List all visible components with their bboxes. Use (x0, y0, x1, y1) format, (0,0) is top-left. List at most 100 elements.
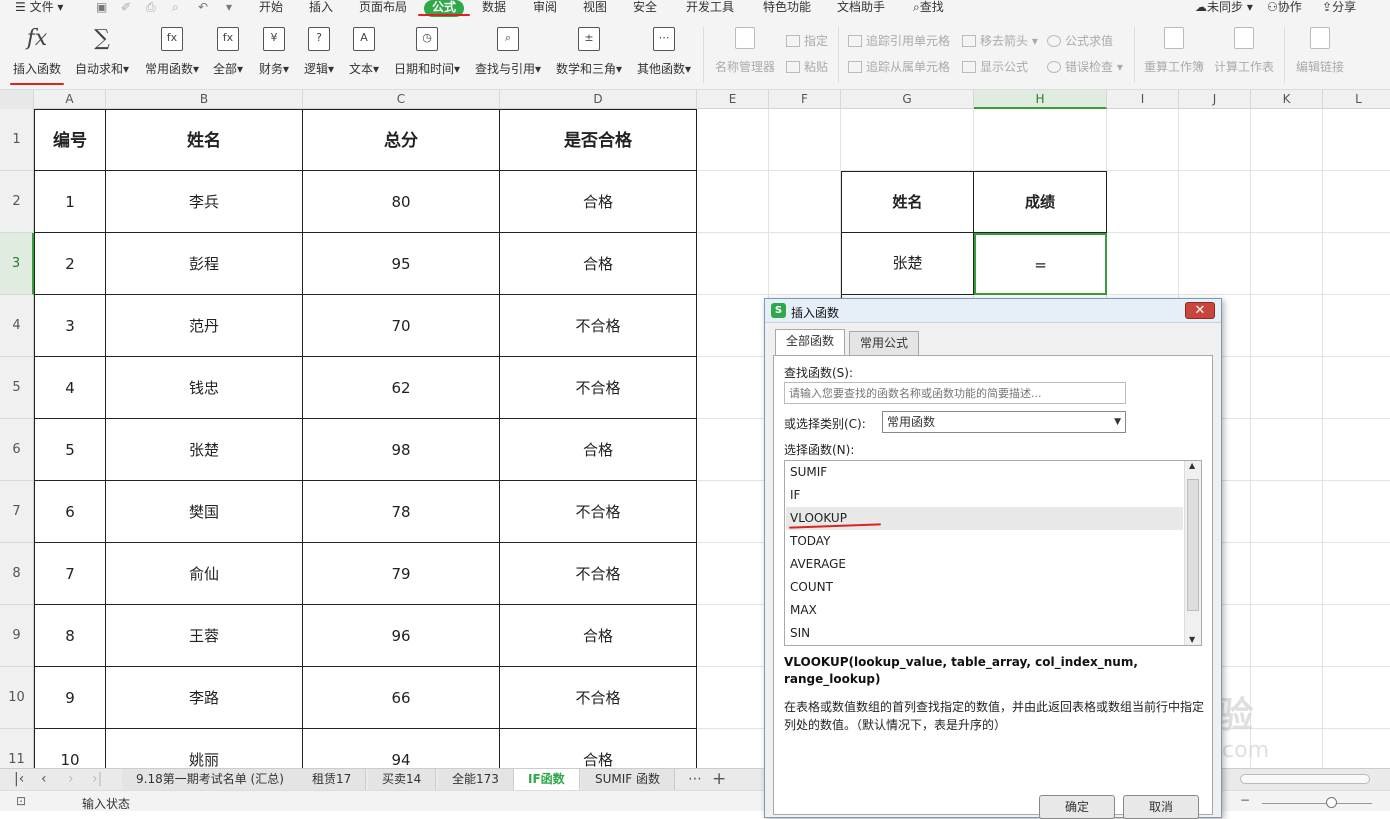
table-cell[interactable]: 95 (303, 233, 500, 295)
edit-links-button[interactable]: 编辑链接 (1294, 27, 1346, 83)
lookup-header-score[interactable]: 成绩 (974, 171, 1107, 233)
function-search-input[interactable] (784, 382, 1126, 404)
row-header[interactable]: 4 (0, 295, 34, 357)
save-icon[interactable]: ▣ (96, 0, 107, 17)
list-scrollbar[interactable]: ▲ ▼ (1184, 461, 1201, 645)
sheet-tab[interactable]: 全能173 (438, 769, 514, 790)
table-cell[interactable]: 合格 (500, 605, 697, 667)
column-header[interactable]: D (500, 90, 697, 109)
last-sheet-icon[interactable]: ›| (92, 771, 102, 787)
eval-formula-button[interactable]: 公式求值 (1047, 32, 1113, 49)
list-item[interactable]: SUMIF (786, 461, 1183, 484)
finance-button[interactable]: ¥ 财务▾ (257, 27, 291, 83)
paste-button[interactable]: 粘贴 (786, 58, 828, 75)
scroll-down-icon[interactable]: ▼ (1189, 635, 1195, 644)
table-cell[interactable]: 不合格 (500, 295, 697, 357)
zoom-out-icon[interactable]: − (1240, 793, 1250, 807)
category-select[interactable]: 常用函数 ▼ (882, 411, 1126, 433)
column-header[interactable]: C (303, 90, 500, 109)
lookup-button[interactable]: ⌕ 查找与引用▾ (473, 27, 543, 83)
logic-button[interactable]: ? 逻辑▾ (302, 27, 336, 83)
column-header[interactable]: G (841, 90, 974, 109)
column-header[interactable]: L (1323, 90, 1390, 109)
print-icon[interactable]: ⎙ (146, 0, 156, 17)
list-item[interactable]: MAX (786, 599, 1183, 622)
list-item[interactable]: AVERAGE (786, 553, 1183, 576)
table-cell[interactable]: 96 (303, 605, 500, 667)
define-button[interactable]: 指定 (786, 32, 828, 49)
table-cell[interactable]: 合格 (500, 171, 697, 233)
list-item[interactable]: IF (786, 484, 1183, 507)
tab-all-functions[interactable]: 全部函数 (775, 329, 846, 356)
prev-sheet-icon[interactable]: ‹ (41, 771, 47, 787)
horizontal-scrollbar[interactable] (1240, 774, 1370, 784)
table-cell[interactable]: 66 (303, 667, 500, 729)
add-sheet-icon[interactable]: + (712, 769, 726, 789)
file-menu[interactable]: ☰ 文件 ▾ (15, 0, 63, 17)
table-cell[interactable]: 5 (34, 419, 106, 481)
next-sheet-icon[interactable]: › (68, 771, 74, 787)
column-header[interactable]: E (697, 90, 769, 109)
table-cell[interactable]: 钱忠 (106, 357, 303, 419)
row-header[interactable]: 7 (0, 481, 34, 543)
table-header-cell[interactable]: 是否合格 (500, 109, 697, 171)
ok-button[interactable]: 确定 (1039, 795, 1115, 819)
row-header[interactable]: 5 (0, 357, 34, 419)
column-header[interactable]: F (769, 90, 841, 109)
table-cell[interactable]: 合格 (500, 233, 697, 295)
zoom-slider-thumb[interactable] (1326, 797, 1337, 808)
first-sheet-icon[interactable]: |‹ (14, 771, 24, 787)
recalc-workbook-button[interactable]: 重算工作簿 (1143, 27, 1205, 83)
select-all-corner[interactable] (0, 90, 34, 109)
table-cell[interactable]: 不合格 (500, 357, 697, 419)
tab-page-layout[interactable]: 页面布局 (359, 0, 407, 17)
lookup-header-name[interactable]: 姓名 (841, 171, 974, 233)
tab-special[interactable]: 特色功能 (763, 0, 811, 17)
table-cell[interactable]: 不合格 (500, 481, 697, 543)
table-cell[interactable]: 70 (303, 295, 500, 357)
table-header-cell[interactable]: 总分 (303, 109, 500, 171)
table-cell[interactable]: 不合格 (500, 543, 697, 605)
tab-dev-tools[interactable]: 开发工具 (686, 0, 734, 17)
trace-dependents-button[interactable]: 追踪从属单元格 (848, 58, 950, 75)
table-header-cell[interactable]: 姓名 (106, 109, 303, 171)
table-cell[interactable]: 98 (303, 419, 500, 481)
scrollbar-thumb[interactable] (1187, 479, 1199, 611)
tab-review[interactable]: 审阅 (533, 0, 557, 17)
table-cell[interactable]: 79 (303, 543, 500, 605)
macro-icon[interactable]: ⊡ (16, 794, 26, 808)
sync-status[interactable]: ☁未同步 ▾ (1195, 0, 1253, 17)
table-cell[interactable]: 10 (34, 729, 106, 768)
undo-icon[interactable]: ↶ (198, 0, 208, 17)
collab-button[interactable]: ⚇协作 (1267, 0, 1302, 17)
table-cell[interactable]: 王蓉 (106, 605, 303, 667)
table-cell[interactable]: 李路 (106, 667, 303, 729)
table-cell[interactable]: 俞仙 (106, 543, 303, 605)
table-cell[interactable]: 不合格 (500, 667, 697, 729)
list-item[interactable]: TODAY (786, 530, 1183, 553)
table-cell[interactable]: 8 (34, 605, 106, 667)
format-painter-icon[interactable]: ✐ (121, 0, 131, 17)
sheet-tab[interactable]: 买卖14 (368, 769, 437, 790)
table-cell[interactable]: 1 (34, 171, 106, 233)
sheet-tab[interactable]: 租赁17 (298, 769, 367, 790)
search-menu[interactable]: ⌕查找 (913, 0, 944, 17)
sheet-tab-active[interactable]: IF函数 (514, 769, 580, 790)
table-cell[interactable]: 合格 (500, 729, 697, 768)
share-button[interactable]: ⇪分享 (1322, 0, 1356, 17)
table-cell[interactable]: 合格 (500, 419, 697, 481)
row-header[interactable]: 8 (0, 543, 34, 605)
more-sheets-icon[interactable]: ⋯ (688, 771, 702, 787)
close-icon[interactable]: ✕ (1185, 302, 1215, 319)
text-button[interactable]: A 文本▾ (347, 27, 381, 83)
math-button[interactable]: ± 数学和三角▾ (554, 27, 624, 83)
row-header[interactable]: 6 (0, 419, 34, 481)
zoom-slider[interactable] (1262, 803, 1372, 804)
calc-sheet-button[interactable]: 计算工作表 (1213, 27, 1275, 83)
remove-arrows-button[interactable]: 移去箭头 ▾ (962, 32, 1038, 49)
lookup-name-cell[interactable]: 张楚 (841, 233, 974, 295)
table-header-cell[interactable]: 编号 (34, 109, 106, 171)
preview-icon[interactable]: ⌕ (172, 0, 179, 17)
sheet-tab[interactable]: SUMIF 函数 (581, 769, 676, 790)
table-cell[interactable]: 3 (34, 295, 106, 357)
